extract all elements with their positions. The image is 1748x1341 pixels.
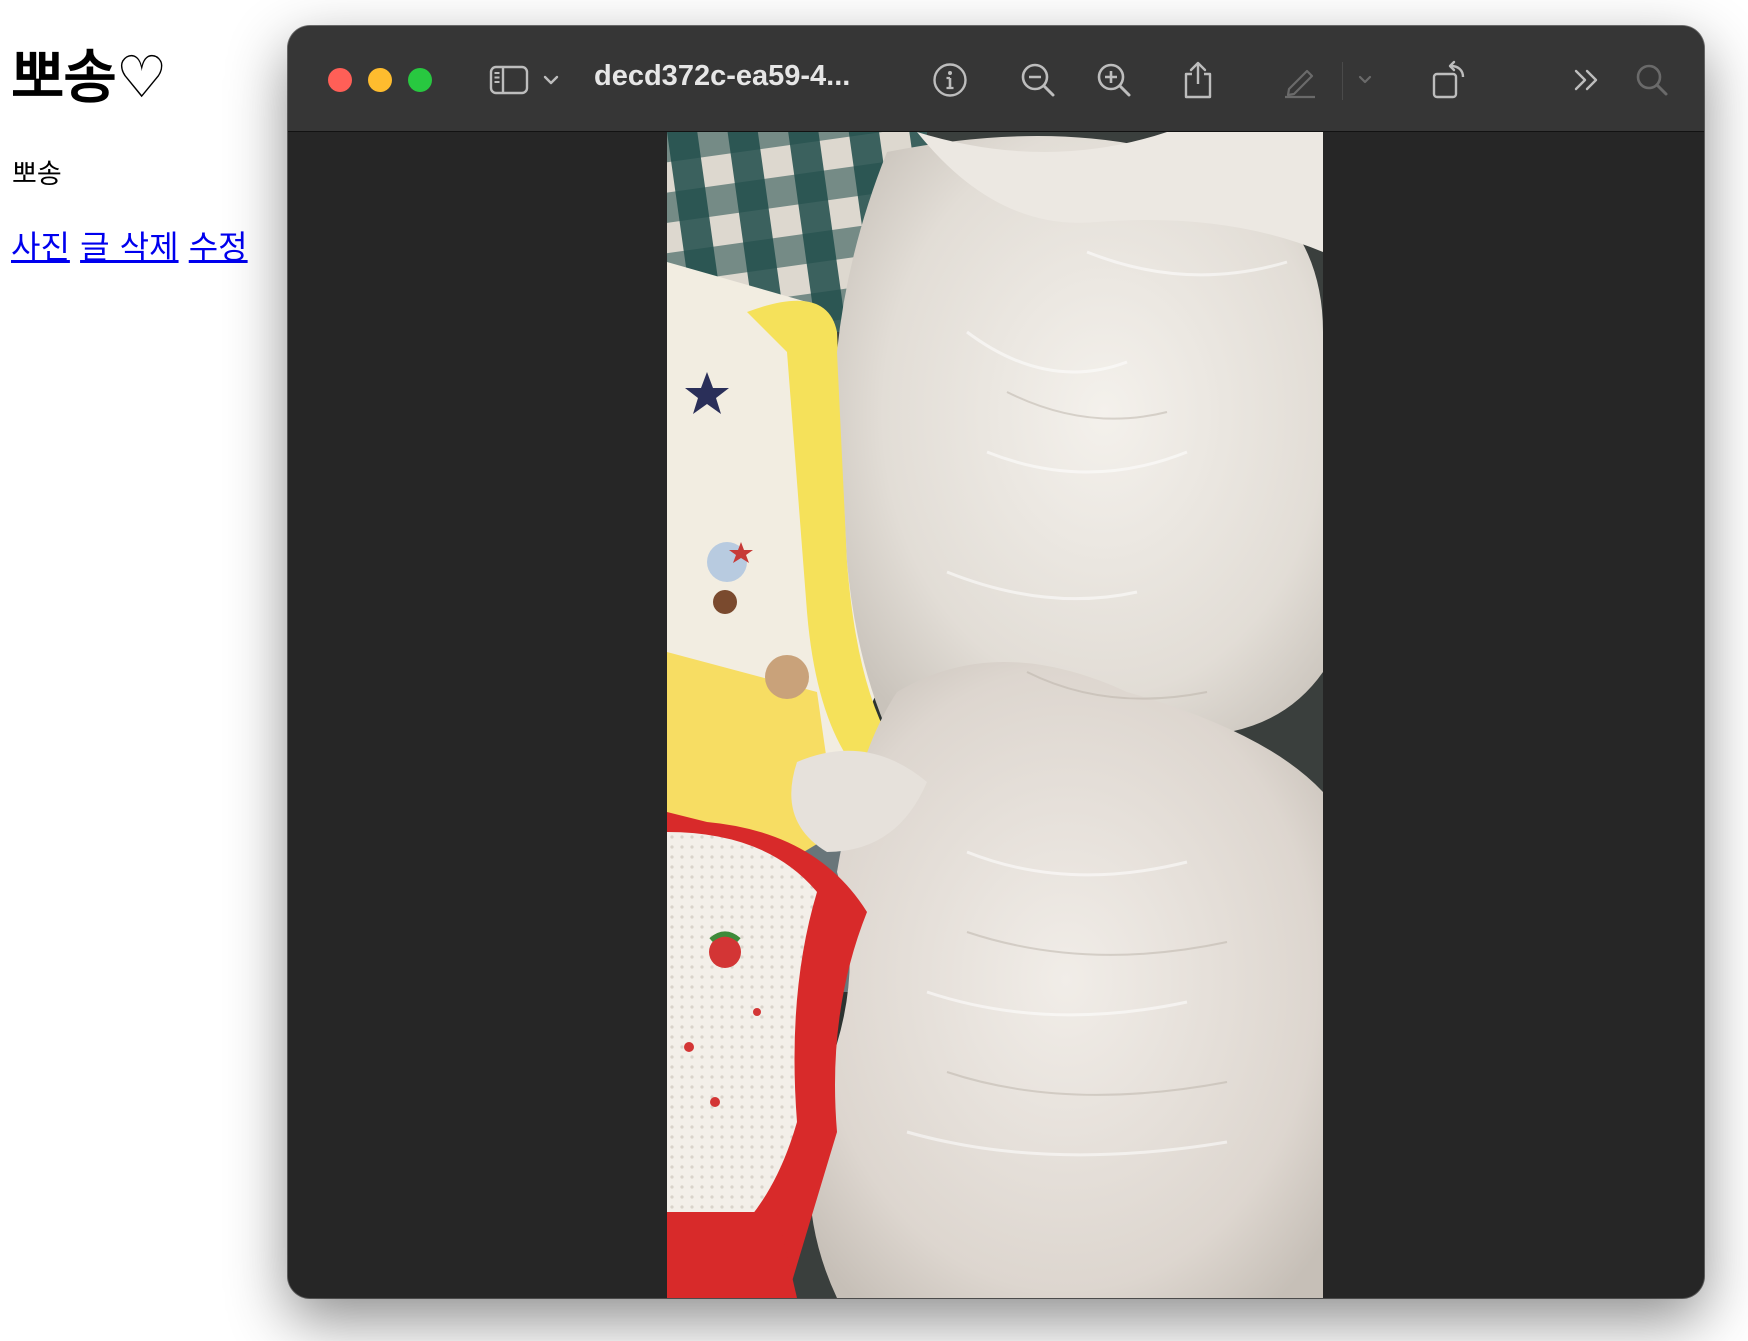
page-links: 사진 글 삭제 수정 xyxy=(11,222,248,268)
zoom-window-button[interactable] xyxy=(408,68,432,92)
toolbar-separator xyxy=(1342,62,1343,100)
zoom-in-icon[interactable] xyxy=(1094,58,1134,102)
zoom-out-icon[interactable] xyxy=(1018,58,1058,102)
markup-chevron-down-icon[interactable] xyxy=(1354,58,1376,102)
photo-link[interactable]: 사진 xyxy=(11,228,70,266)
more-chevrons-icon[interactable] xyxy=(1570,58,1604,102)
chevron-down-icon[interactable] xyxy=(540,58,562,102)
dog-photo xyxy=(667,132,1323,1298)
preview-window: decd372c-ea59-4... xyxy=(288,26,1704,1298)
rotate-icon[interactable] xyxy=(1430,58,1470,102)
search-icon[interactable] xyxy=(1632,58,1672,102)
preview-content-area xyxy=(288,132,1704,1298)
page-subtitle: 뽀송 xyxy=(12,159,62,190)
markup-pen-icon[interactable] xyxy=(1280,58,1320,102)
document-title: decd372c-ea59-4... xyxy=(594,60,851,92)
delete-post-link[interactable]: 글 삭제 xyxy=(80,228,179,266)
share-icon[interactable] xyxy=(1180,58,1216,102)
page-title: 뽀송♡ xyxy=(11,43,168,111)
minimize-window-button[interactable] xyxy=(368,68,392,92)
window-titlebar[interactable]: decd372c-ea59-4... xyxy=(288,26,1704,132)
sidebar-toggle-icon[interactable] xyxy=(488,58,530,102)
edit-link[interactable]: 수정 xyxy=(189,228,248,266)
close-window-button[interactable] xyxy=(328,68,352,92)
info-icon[interactable] xyxy=(930,58,970,102)
